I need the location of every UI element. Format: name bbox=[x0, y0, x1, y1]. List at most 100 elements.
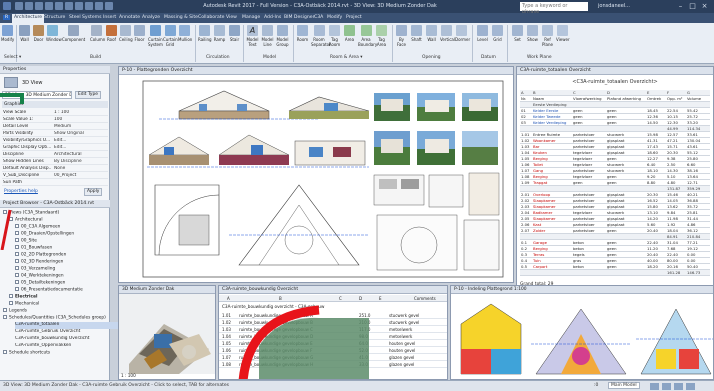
tab-steel[interactable]: Steel bbox=[69, 15, 81, 20]
tab-manage[interactable]: Manage bbox=[242, 15, 260, 20]
ramp-button[interactable]: Ramp bbox=[213, 25, 226, 42]
measure-icon[interactable] bbox=[65, 2, 73, 10]
level-button[interactable]: Level bbox=[476, 25, 489, 42]
mullion-button[interactable]: Mullion bbox=[178, 25, 192, 42]
column-button[interactable]: Column bbox=[90, 25, 105, 42]
table-cell[interactable] bbox=[520, 269, 532, 276]
ref-plane-button[interactable]: Ref Plane bbox=[541, 25, 554, 47]
model-line-button[interactable]: Model Line bbox=[261, 25, 274, 47]
tag-area-button[interactable]: Tag Area bbox=[375, 25, 388, 47]
component-button[interactable]: Component bbox=[62, 25, 85, 42]
apply-button[interactable]: Apply bbox=[84, 188, 103, 196]
browser-item[interactable]: 00_C3A Algemeen bbox=[15, 224, 120, 231]
table-cell[interactable] bbox=[572, 269, 606, 276]
browser-item[interactable]: Mechanical bbox=[9, 301, 114, 308]
table-cell[interactable]: 146.73 bbox=[686, 269, 710, 276]
browser-item[interactable]: C3A-ruimte_Gebruik Overzicht bbox=[15, 329, 120, 336]
open-icon[interactable] bbox=[15, 2, 23, 10]
curtain-grid-button[interactable]: Curtain Grid bbox=[163, 25, 178, 47]
model-text-button[interactable]: A Model Text bbox=[246, 25, 259, 47]
floor-button[interactable]: Floor bbox=[133, 25, 146, 42]
browser-item[interactable]: Legends bbox=[3, 308, 108, 315]
table-cell[interactable] bbox=[646, 269, 666, 276]
tab-systems[interactable]: Systems bbox=[82, 15, 102, 20]
tab-insert[interactable]: Insert bbox=[103, 15, 116, 20]
browser-item[interactable]: 01_Bouwfasen bbox=[15, 245, 120, 252]
tab-annotate[interactable]: Annotate bbox=[119, 15, 140, 20]
redo-icon[interactable] bbox=[45, 2, 53, 10]
table-row[interactable]: 161.28 146.73 bbox=[520, 269, 710, 276]
table-cell[interactable]: Kelder Verdieping bbox=[532, 119, 572, 126]
tab-collaborate[interactable]: Collaborate bbox=[198, 15, 224, 20]
ceiling-button[interactable]: Ceiling bbox=[119, 25, 133, 42]
sheet-view-tab[interactable]: P-10 - Plattegronden Overzicht bbox=[119, 67, 513, 75]
user-name[interactable]: jonsdaneel... bbox=[598, 3, 630, 9]
save-icon[interactable] bbox=[25, 2, 33, 10]
revit-logo-icon[interactable] bbox=[3, 2, 11, 10]
browser-item[interactable]: 05_Detailtekeningen bbox=[15, 280, 120, 287]
thin-lines-icon[interactable] bbox=[105, 2, 113, 10]
collapse-icon[interactable] bbox=[3, 315, 7, 319]
show-work-plane-button[interactable]: Show bbox=[526, 25, 539, 42]
table-cell[interactable]: Plafond afwerking bbox=[606, 95, 646, 102]
browser-item[interactable]: C3A-ruimte_bouwkundig Overzicht bbox=[15, 336, 120, 343]
3d-view-icon[interactable] bbox=[85, 2, 93, 10]
close-button[interactable]: × bbox=[700, 2, 709, 11]
expand-icon[interactable] bbox=[3, 350, 7, 354]
tab-add-ins[interactable]: Add-Ins bbox=[264, 15, 281, 20]
room-button[interactable]: Room bbox=[296, 25, 309, 42]
tab-analyze[interactable]: Analyze bbox=[142, 15, 160, 20]
expand-icon[interactable] bbox=[15, 280, 19, 284]
3d-view[interactable]: 3D Medium Zonder Dak 1 : 100 bbox=[118, 285, 216, 380]
railing-button[interactable]: Railing bbox=[198, 25, 212, 42]
browser-item[interactable]: 06_Presentatiedocumentatie bbox=[15, 287, 120, 294]
grid-button[interactable]: Grid bbox=[491, 25, 504, 42]
by-face-button[interactable]: By Face bbox=[395, 25, 408, 47]
tab-project[interactable]: Project bbox=[346, 15, 362, 20]
drag-elements-icon[interactable] bbox=[686, 383, 695, 390]
schedule-view-tab[interactable]: C3A-ruimte_totaalen Overzicht bbox=[517, 67, 713, 75]
table-cell[interactable]: Vloerafwerking bbox=[572, 95, 606, 102]
section-icon[interactable] bbox=[95, 2, 103, 10]
schedule-view-small[interactable]: C3A-ruimte_bouwkundig Overzicht A B C D … bbox=[218, 285, 448, 380]
model-group-button[interactable]: Model Group bbox=[276, 25, 289, 47]
undo-icon[interactable] bbox=[35, 2, 43, 10]
edit-type-button[interactable]: Edit Type bbox=[75, 91, 101, 99]
expand-icon[interactable] bbox=[3, 308, 7, 312]
application-menu-button[interactable]: R bbox=[3, 15, 11, 20]
wall-opening-button[interactable]: Wall bbox=[425, 25, 438, 42]
expand-icon[interactable] bbox=[9, 294, 13, 298]
3d-view-tab[interactable]: 3D Medium Zonder Dak bbox=[119, 286, 215, 294]
browser-item[interactable]: Schedule shortcuts bbox=[3, 350, 108, 357]
tab-structure[interactable]: Structure bbox=[44, 15, 65, 20]
vertical-opening-button[interactable]: Vertical bbox=[440, 25, 455, 42]
browser-item[interactable]: 00_Site bbox=[15, 238, 120, 245]
set-work-plane-button[interactable]: Set bbox=[511, 25, 524, 42]
ribbon-group-room-area[interactable]: Room & Area ▾ bbox=[330, 55, 362, 60]
select-pinned-icon[interactable] bbox=[674, 383, 683, 390]
expand-icon[interactable] bbox=[15, 287, 19, 291]
expand-icon[interactable] bbox=[9, 301, 13, 305]
browser-item[interactable]: 02_3D Renderingen bbox=[15, 259, 120, 266]
maximize-button[interactable]: □ bbox=[688, 2, 697, 11]
tab-bim-designer[interactable]: BIM Designer bbox=[284, 15, 315, 20]
sheet-view[interactable]: P-10 - Plattegronden Overzicht bbox=[118, 66, 514, 283]
area-button[interactable]: Area bbox=[343, 25, 356, 42]
schedule-table[interactable]: A B C D E F G Nr. Naam Vloerafwerking Plafond afwe… bbox=[520, 90, 710, 276]
expand-icon[interactable] bbox=[15, 273, 19, 277]
tab-architecture[interactable]: Architecture bbox=[12, 14, 45, 23]
plan-view[interactable]: P-10 - Indeling Plattegrond 1:100 bbox=[450, 285, 714, 380]
door-button[interactable]: Door bbox=[32, 25, 45, 42]
expand-icon[interactable] bbox=[15, 266, 19, 270]
curtain-system-button[interactable]: Curtain System bbox=[148, 25, 163, 47]
select-links-icon[interactable] bbox=[662, 383, 671, 390]
window-button[interactable]: Window bbox=[46, 25, 62, 42]
table-cell[interactable]: 161.28 bbox=[666, 269, 686, 276]
modify-button[interactable]: Modify bbox=[1, 25, 14, 42]
browser-item-selected[interactable]: C3A-ruimte_totaalen bbox=[15, 322, 120, 329]
tab-c3a[interactable]: C3A bbox=[314, 15, 323, 20]
search-input[interactable]: Type a keyword or phrase bbox=[520, 2, 588, 15]
room-separator-button[interactable]: Room Separator bbox=[311, 25, 331, 47]
filter-icon[interactable] bbox=[650, 383, 659, 390]
table-cell[interactable] bbox=[606, 269, 646, 276]
